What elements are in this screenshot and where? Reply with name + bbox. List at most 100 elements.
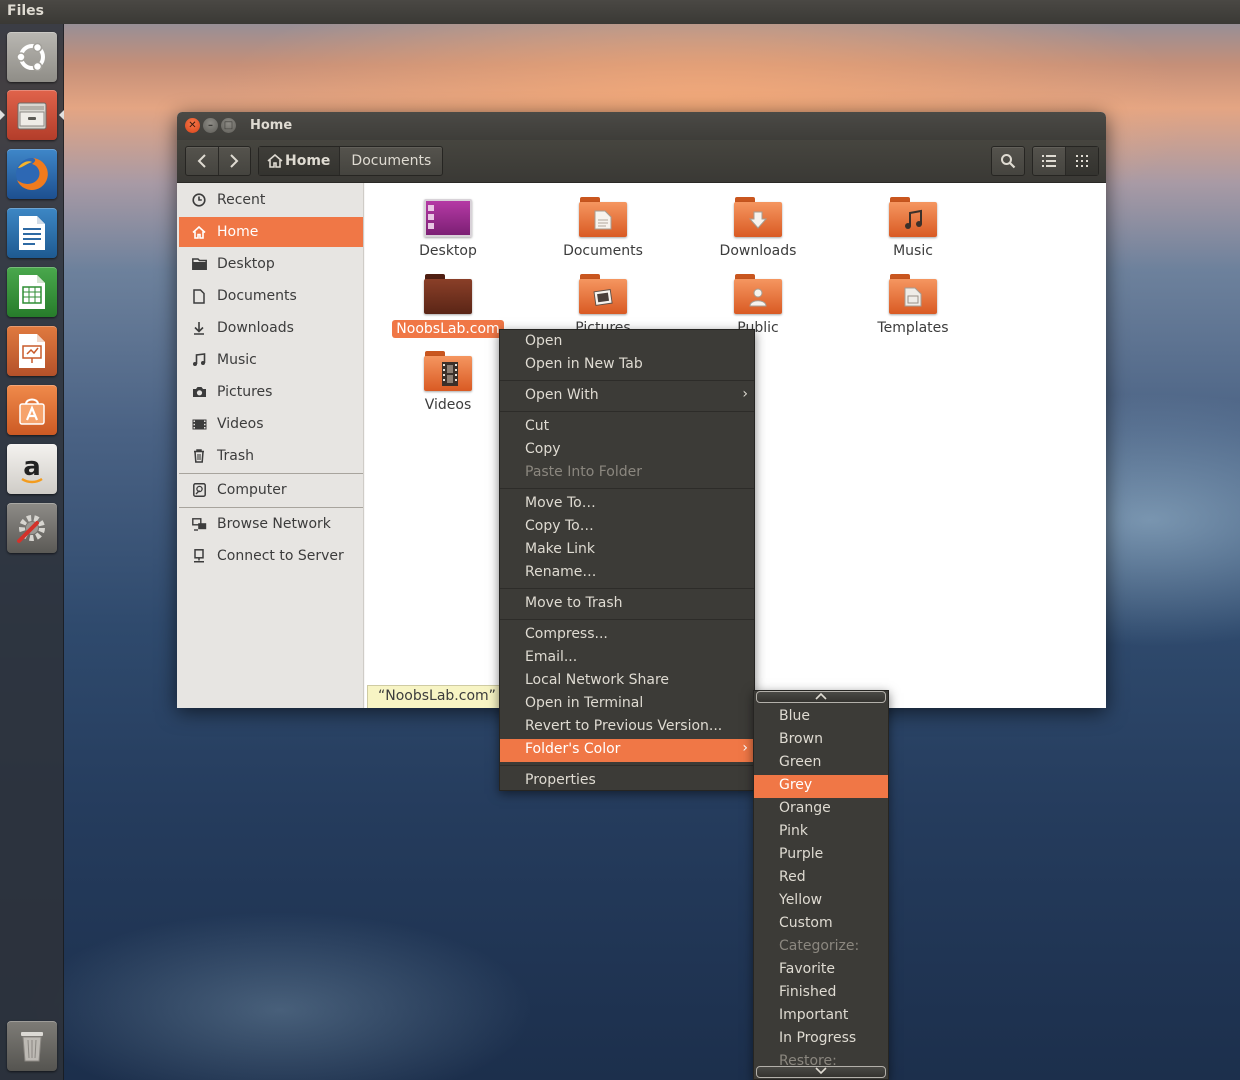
menu-copy-to[interactable]: Copy To… [500,516,754,539]
documents-folder-icon [579,197,627,239]
chevron-left-icon [197,154,206,168]
emblem-favorite[interactable]: Favorite [754,959,888,982]
folder-downloads[interactable]: Downloads [693,197,823,259]
grid-icon [1076,155,1088,167]
path-documents-button[interactable]: Documents [340,147,442,175]
folder-pictures[interactable]: Pictures [538,274,668,336]
menu-email[interactable]: Email... [500,647,754,670]
launcher-firefox[interactable] [7,149,57,199]
sidebar-item-documents[interactable]: Documents [179,281,363,311]
menu-label: Paste Into Folder [525,464,643,480]
sidebar-item-downloads[interactable]: Downloads [179,313,363,343]
search-button[interactable] [992,147,1024,175]
launcher: a [0,24,64,1080]
folder-documents[interactable]: Documents [538,197,668,259]
sidebar-item-trash[interactable]: Trash [179,441,363,471]
menu-properties[interactable]: Properties [500,770,754,793]
launcher-impress[interactable] [7,326,57,376]
sidebar-item-music[interactable]: Music [179,345,363,375]
sidebar-item-desktop[interactable]: Desktop [179,249,363,279]
sidebar-item-recent[interactable]: Recent [179,185,363,215]
color-purple[interactable]: Purple [754,844,888,867]
launcher-ubuntu-dash[interactable] [7,32,57,82]
submenu-scroll-down[interactable] [756,1066,886,1078]
menu-revert-previous-version[interactable]: Revert to Previous Version... [500,716,754,739]
launcher-software-center[interactable] [7,385,57,435]
color-orange[interactable]: Orange [754,798,888,821]
toolbar: Home Documents [177,140,1106,183]
launcher-files[interactable] [7,90,57,140]
server-icon [189,549,209,563]
emblem-important[interactable]: Important [754,1005,888,1028]
grid-view-button[interactable] [1066,147,1098,175]
folder-videos[interactable]: Videos [383,351,513,413]
folder-templates[interactable]: Templates [848,274,978,336]
emblem-finished[interactable]: Finished [754,982,888,1005]
menu-cut[interactable]: Cut [500,416,754,439]
emblem-in-progress[interactable]: In Progress [754,1028,888,1051]
color-blue[interactable]: Blue [754,706,888,729]
menu-local-network-share[interactable]: Local Network Share [500,670,754,693]
minimize-icon: – [208,119,213,131]
menu-open-in-terminal[interactable]: Open in Terminal [500,693,754,716]
forward-button[interactable] [218,147,250,175]
menu-open[interactable]: Open [500,331,754,354]
menu-folders-color[interactable]: Folder's Color › [500,739,754,762]
maximize-icon: □ [223,119,234,131]
menu-separator [500,411,754,412]
close-button[interactable]: ✕ [185,118,200,133]
brown-folder-icon [424,274,472,316]
file-label: Documents [563,243,643,259]
launcher-calc[interactable] [7,267,57,317]
list-view-button[interactable] [1033,147,1065,175]
folder-public[interactable]: Public [693,274,823,336]
folder-noobslab[interactable]: NoobsLab.com [383,274,513,338]
sidebar-item-label: Documents [217,288,297,304]
folder-desktop[interactable]: Desktop [383,197,513,259]
submenu-label: Custom [779,915,833,931]
sidebar-item-home[interactable]: Home [179,217,363,247]
color-green[interactable]: Green [754,752,888,775]
submenu-scroll-up[interactable] [756,691,886,703]
menu-open-with[interactable]: Open With › [500,385,754,408]
color-red[interactable]: Red [754,867,888,890]
menu-label: Folder's Color [525,741,621,757]
window-titlebar[interactable]: ✕ – □ Home [177,112,1106,140]
gear-wrench-icon [17,515,45,543]
color-grey[interactable]: Grey [754,775,888,798]
amazon-logo-icon: a [21,452,43,484]
folder-music[interactable]: Music [848,197,978,259]
sidebar-item-connect-server[interactable]: Connect to Server [179,541,363,571]
sidebar-item-computer[interactable]: Computer [179,475,363,505]
sidebar-item-videos[interactable]: Videos [179,409,363,439]
menu-label: Compress... [525,626,608,642]
back-button[interactable] [186,147,218,175]
menu-copy[interactable]: Copy [500,439,754,462]
firefox-icon [16,158,48,190]
color-brown[interactable]: Brown [754,729,888,752]
launcher-trash[interactable] [7,1021,57,1071]
minimize-button[interactable]: – [203,118,218,133]
submenu-label: Red [779,869,806,885]
menu-move-to[interactable]: Move To… [500,493,754,516]
path-home-button[interactable]: Home [259,147,340,175]
menu-rename[interactable]: Rename… [500,562,754,585]
color-custom[interactable]: Custom [754,913,888,936]
menu-move-to-trash[interactable]: Move to Trash [500,593,754,616]
menu-label: Rename… [525,564,597,580]
menu-label: Make Link [525,541,595,557]
menu-make-link[interactable]: Make Link [500,539,754,562]
color-yellow[interactable]: Yellow [754,890,888,913]
sidebar-item-label: Trash [217,448,254,464]
maximize-button[interactable]: □ [221,118,236,133]
sidebar-item-label: Videos [217,416,264,432]
launcher-amazon[interactable]: a [7,444,57,494]
sidebar-item-browse-network[interactable]: Browse Network [179,509,363,539]
menu-open-new-tab[interactable]: Open in New Tab [500,354,754,377]
color-pink[interactable]: Pink [754,821,888,844]
launcher-system-settings[interactable] [7,503,57,553]
sidebar-item-pictures[interactable]: Pictures [179,377,363,407]
submenu-label: Favorite [779,961,835,977]
launcher-writer[interactable] [7,208,57,258]
menu-compress[interactable]: Compress... [500,624,754,647]
